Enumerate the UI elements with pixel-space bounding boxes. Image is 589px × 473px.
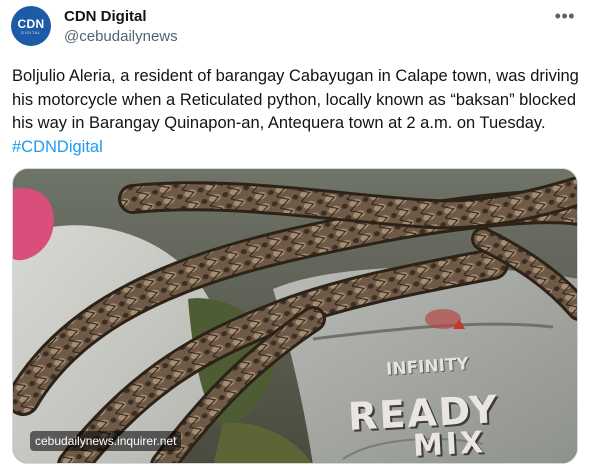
user-handle[interactable]: @cebudailynews: [64, 28, 178, 45]
more-horizontal-icon[interactable]: •••: [555, 7, 575, 25]
display-name[interactable]: CDN Digital: [64, 8, 147, 25]
avatar-logo-text: CDN: [17, 16, 45, 31]
avatar-logo-subtext: DIGITAL: [21, 29, 41, 35]
avatar[interactable]: CDN DIGITAL: [11, 6, 51, 46]
hashtag-link[interactable]: #CDNDigital: [12, 138, 103, 156]
tweet-card: CDN DIGITAL CDN Digital @cebudailynews •…: [0, 0, 589, 473]
sack-text-mix: MIX: [412, 425, 488, 464]
tweet-body: Boljulio Aleria, a resident of barangay …: [12, 67, 579, 132]
tweet-text: Boljulio Aleria, a resident of barangay …: [12, 65, 582, 159]
tweet-media-image[interactable]: INFINITY READY MIX cebudailynews.inquire…: [12, 168, 578, 464]
media-source-badge[interactable]: cebudailynews.inquirer.net: [30, 431, 182, 451]
